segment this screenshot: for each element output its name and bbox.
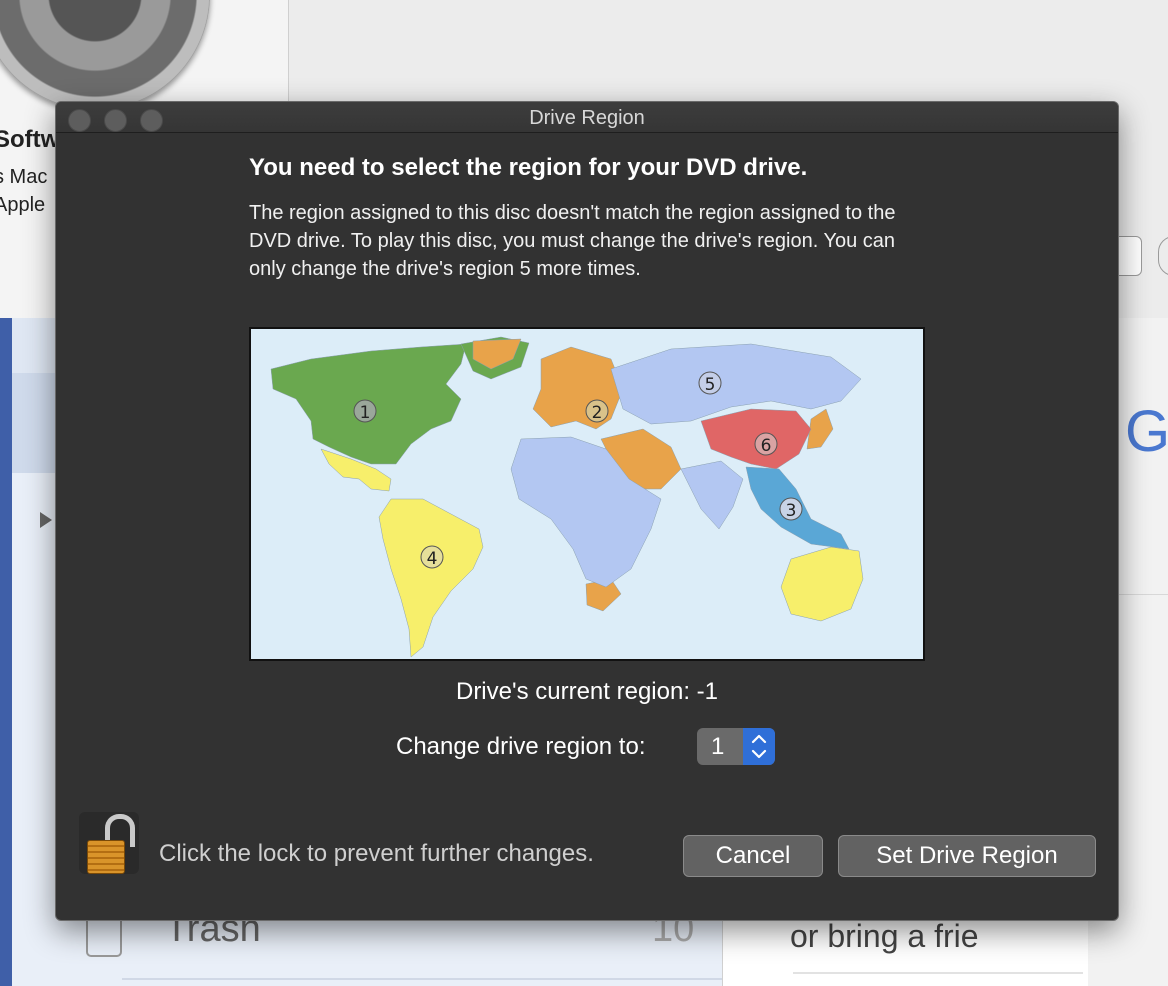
sidebar-edge bbox=[0, 318, 12, 986]
region-3-label: 3 bbox=[786, 501, 797, 521]
region-2-label: 2 bbox=[592, 403, 603, 423]
region-5-label: 5 bbox=[705, 375, 716, 395]
message-snippet: or bring a frie bbox=[790, 918, 979, 954]
current-region-label: Drive's current region: -1 bbox=[455, 678, 718, 705]
title-bar[interactable]: Drive Region bbox=[56, 102, 1118, 133]
south-america-area bbox=[378, 498, 484, 658]
set-drive-region-button[interactable]: Set Drive Region bbox=[838, 835, 1096, 877]
australia-area bbox=[780, 546, 864, 622]
dialog-message: The region assigned to this disc doesn't… bbox=[249, 202, 896, 280]
cancel-button[interactable]: Cancel bbox=[683, 835, 823, 877]
lock-body bbox=[87, 840, 125, 874]
divider bbox=[122, 978, 722, 980]
region-1-label: 1 bbox=[360, 403, 371, 423]
software-update-line: Apple bbox=[0, 194, 46, 216]
world-map-image: 1 2 3 4 5 6 bbox=[270, 336, 864, 658]
region-stepper[interactable]: 1 bbox=[697, 728, 775, 765]
europe-area bbox=[532, 346, 624, 430]
region-6-label: 6 bbox=[761, 436, 772, 456]
lock-button[interactable] bbox=[79, 812, 139, 874]
india-area bbox=[680, 460, 744, 530]
disclosure-triangle-icon[interactable] bbox=[40, 512, 52, 528]
change-region-label: Change drive region to: bbox=[396, 733, 646, 760]
world-region-map: 1 2 3 4 5 6 bbox=[249, 327, 925, 661]
chevron-up-down-icon bbox=[751, 734, 767, 759]
drive-region-dialog: Drive Region You need to select the regi… bbox=[55, 101, 1119, 921]
gear-icon bbox=[0, 0, 210, 110]
stepper-arrows[interactable] bbox=[743, 728, 775, 765]
window-title: Drive Region bbox=[529, 107, 645, 129]
region-stepper-value: 1 bbox=[711, 733, 725, 760]
divider bbox=[793, 972, 1083, 974]
lock-hint-text: Click the lock to prevent further change… bbox=[159, 840, 594, 867]
software-update-title: Softw bbox=[0, 126, 60, 153]
dialog-heading: You need to select the region for your D… bbox=[249, 154, 808, 181]
google-logo: G bbox=[1125, 399, 1168, 464]
region-4-label: 4 bbox=[427, 549, 438, 569]
software-update-line: s Mac bbox=[0, 166, 48, 188]
